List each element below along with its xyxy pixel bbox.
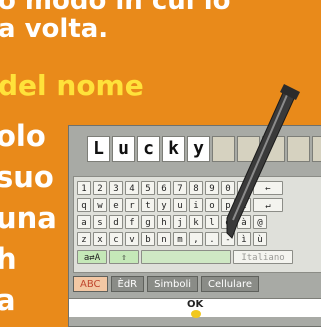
key[interactable]: q (77, 198, 91, 212)
key[interactable]: m (173, 232, 187, 246)
name-empty-slot (312, 136, 321, 162)
name-empty-slot (262, 136, 285, 162)
key[interactable]: z (77, 232, 91, 246)
key[interactable]: k (189, 215, 203, 229)
tab-simboli[interactable]: Simboli (147, 276, 199, 292)
key[interactable]: 0 (221, 181, 235, 195)
key[interactable]: r (125, 198, 139, 212)
key[interactable]: d (109, 215, 123, 229)
key[interactable]: h (157, 215, 171, 229)
key[interactable]: u (173, 198, 187, 212)
name-empty-slot (212, 136, 235, 162)
key[interactable]: 4 (125, 181, 139, 195)
key[interactable]: b (141, 232, 155, 246)
key[interactable]: 3 (109, 181, 123, 195)
key[interactable]: x (93, 232, 107, 246)
instruction-text-volta: a volta. (0, 14, 109, 44)
name-char: L (87, 136, 110, 162)
on-screen-keyboard: 1 2 3 4 5 6 7 8 9 0 ' ← q w e r t y u i … (73, 176, 321, 273)
key[interactable]: n (157, 232, 171, 246)
key[interactable]: j (173, 215, 187, 229)
case-toggle-key[interactable]: a⇄A (77, 250, 107, 264)
key[interactable]: 5 (141, 181, 155, 195)
side-text-5: a (0, 283, 16, 317)
keyboard-mode-tabs: ABC ÈdR Simboli Cellulare (73, 276, 260, 292)
name-entry-field[interactable]: L u c k y (87, 136, 321, 162)
key[interactable]: v (125, 232, 139, 246)
key[interactable]: s (93, 215, 107, 229)
key[interactable]: l (205, 215, 219, 229)
keyboard-row-4: z x c v b n m , . - ì ù (77, 232, 267, 246)
tab-cellulare[interactable]: Cellulare (201, 276, 260, 292)
name-char: k (162, 136, 185, 162)
keyboard-row-5: a⇄A ⇧ Italiano (77, 250, 293, 264)
key[interactable]: ì (237, 232, 251, 246)
key[interactable]: e (109, 198, 123, 212)
key[interactable]: , (189, 232, 203, 246)
name-char: c (137, 136, 160, 162)
key[interactable]: g (141, 215, 155, 229)
ok-button[interactable]: OK (187, 299, 203, 310)
key[interactable]: ù (253, 232, 267, 246)
key[interactable]: è (237, 198, 251, 212)
key[interactable]: 1 (77, 181, 91, 195)
key[interactable]: t (141, 198, 155, 212)
key[interactable]: - (221, 232, 235, 246)
key[interactable]: f (125, 215, 139, 229)
key[interactable]: c (109, 232, 123, 246)
enter-key[interactable]: ↵ (253, 198, 283, 212)
key[interactable]: ò (221, 215, 235, 229)
key[interactable]: 7 (173, 181, 187, 195)
key[interactable]: y (157, 198, 171, 212)
key[interactable]: i (189, 198, 203, 212)
name-char: y (187, 136, 210, 162)
side-text-4: h (0, 242, 17, 276)
side-text-1: olo (0, 119, 46, 153)
key[interactable]: 6 (157, 181, 171, 195)
key[interactable]: a (77, 215, 91, 229)
keyboard-row-numbers: 1 2 3 4 5 6 7 8 9 0 ' ← (77, 181, 283, 195)
key[interactable]: w (93, 198, 107, 212)
key[interactable]: 9 (205, 181, 219, 195)
name-empty-slot (237, 136, 260, 162)
side-text-2: suo (0, 160, 54, 194)
ok-bar: OK (69, 298, 321, 318)
key[interactable]: o (205, 198, 219, 212)
section-heading: del nome (0, 69, 144, 102)
key[interactable]: . (205, 232, 219, 246)
name-empty-slot (287, 136, 310, 162)
key[interactable]: @ (253, 215, 267, 229)
backspace-key[interactable]: ← (253, 181, 283, 195)
keyboard-row-2: q w e r t y u i o p è ↵ (77, 198, 283, 212)
key[interactable]: ' (237, 181, 251, 195)
key[interactable]: à (237, 215, 251, 229)
side-text-3: una (0, 201, 57, 235)
key[interactable]: 2 (93, 181, 107, 195)
key[interactable]: p (221, 198, 235, 212)
key[interactable]: 8 (189, 181, 203, 195)
tab-edr[interactable]: ÈdR (110, 276, 145, 292)
keyboard-row-3: a s d f g h j k l ò à @ (77, 215, 267, 229)
space-key[interactable] (141, 250, 231, 264)
ok-indicator-icon (191, 310, 201, 318)
name-char: u (112, 136, 135, 162)
language-key[interactable]: Italiano (233, 250, 293, 264)
tab-abc[interactable]: ABC (73, 276, 108, 292)
shift-key[interactable]: ⇧ (109, 250, 139, 264)
device-screen: L u c k y 1 2 3 4 5 6 7 8 9 0 ' ← q w e … (68, 125, 321, 327)
